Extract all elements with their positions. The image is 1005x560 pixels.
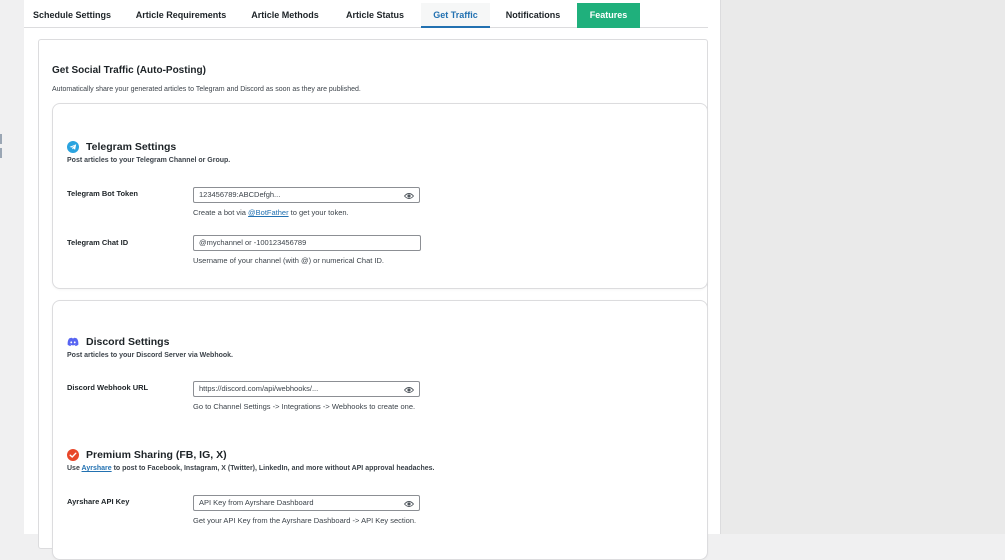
discord-icon xyxy=(67,336,79,348)
ayrshare-link[interactable]: Ayrshare xyxy=(82,465,112,472)
chat-id-help: Username of your channel (with @) or num… xyxy=(193,256,385,265)
webhook-input[interactable]: https://discord.com/api/webhooks/... xyxy=(193,381,420,397)
telegram-title: Telegram Settings xyxy=(86,141,177,153)
telegram-section: Telegram Settings Post articles to your … xyxy=(52,103,708,289)
check-circle-icon xyxy=(67,449,79,461)
discord-section: Discord Settings Post articles to your D… xyxy=(52,300,708,560)
api-key-input[interactable]: API Key from Ayrshare Dashboard xyxy=(193,495,420,511)
card-title: Get Social Traffic (Auto-Posting) xyxy=(52,65,206,76)
bot-token-value: 123456789:ABCDefgh... xyxy=(199,190,281,199)
settings-page: Schedule Settings Article Requirements A… xyxy=(24,0,720,560)
api-key-placeholder: API Key from Ayrshare Dashboard xyxy=(199,498,314,507)
telegram-subtitle: Post articles to your Telegram Channel o… xyxy=(67,157,231,164)
tab-article-methods[interactable]: Article Methods xyxy=(243,3,327,28)
card-description: Automatically share your generated artic… xyxy=(52,86,361,93)
tab-get-traffic[interactable]: Get Traffic xyxy=(421,3,490,28)
api-key-help: Get your API Key from the Ayrshare Dashb… xyxy=(193,516,417,525)
tab-article-status[interactable]: Article Status xyxy=(338,3,412,28)
eye-icon[interactable] xyxy=(403,499,415,507)
webhook-label: Discord Webhook URL xyxy=(67,383,149,392)
edge-marker xyxy=(0,148,2,158)
tab-notifications[interactable]: Notifications xyxy=(498,3,568,28)
botfather-link[interactable]: @BotFather xyxy=(248,208,289,217)
chat-id-input[interactable]: @mychannel or -100123456789 xyxy=(193,235,421,251)
premium-subtitle-prefix: Use xyxy=(67,465,82,472)
bot-token-input[interactable]: 123456789:ABCDefgh... xyxy=(193,187,420,203)
social-traffic-card: Get Social Traffic (Auto-Posting) Automa… xyxy=(38,39,708,560)
premium-subtitle: Use Ayrshare to post to Facebook, Instag… xyxy=(67,465,434,472)
right-panel xyxy=(720,0,1005,534)
eye-icon[interactable] xyxy=(403,191,415,199)
eye-icon[interactable] xyxy=(403,385,415,393)
discord-title: Discord Settings xyxy=(86,336,170,348)
bot-token-help-suffix: to get your token. xyxy=(288,208,349,217)
premium-title: Premium Sharing (FB, IG, X) xyxy=(86,449,227,461)
bot-token-help-text: Create a bot via xyxy=(193,208,249,217)
telegram-header: Telegram Settings xyxy=(67,141,176,153)
chat-id-label: Telegram Chat ID xyxy=(67,238,129,247)
tab-features[interactable]: Features xyxy=(577,3,640,28)
tab-schedule-settings[interactable]: Schedule Settings xyxy=(24,3,120,28)
webhook-value: https://discord.com/api/webhooks/... xyxy=(199,384,319,393)
tab-bar: Schedule Settings Article Requirements A… xyxy=(24,3,708,28)
discord-subtitle: Post articles to your Discord Server via… xyxy=(67,352,233,359)
bot-token-label: Telegram Bot Token xyxy=(67,189,138,198)
webhook-help: Go to Channel Settings -> Integrations -… xyxy=(193,402,416,411)
discord-header: Discord Settings xyxy=(67,336,169,348)
telegram-icon xyxy=(67,141,79,153)
chat-id-placeholder: @mychannel or -100123456789 xyxy=(199,238,307,247)
bot-token-help: Create a bot via @BotFather to get your … xyxy=(193,208,349,217)
premium-subtitle-text: to post to Facebook, Instagram, X (Twitt… xyxy=(111,465,435,472)
tab-article-requirements[interactable]: Article Requirements xyxy=(130,3,232,28)
api-key-label: Ayrshare API Key xyxy=(67,497,130,506)
premium-header: Premium Sharing (FB, IG, X) xyxy=(67,449,227,461)
edge-marker xyxy=(0,134,2,144)
left-edge xyxy=(0,0,24,534)
